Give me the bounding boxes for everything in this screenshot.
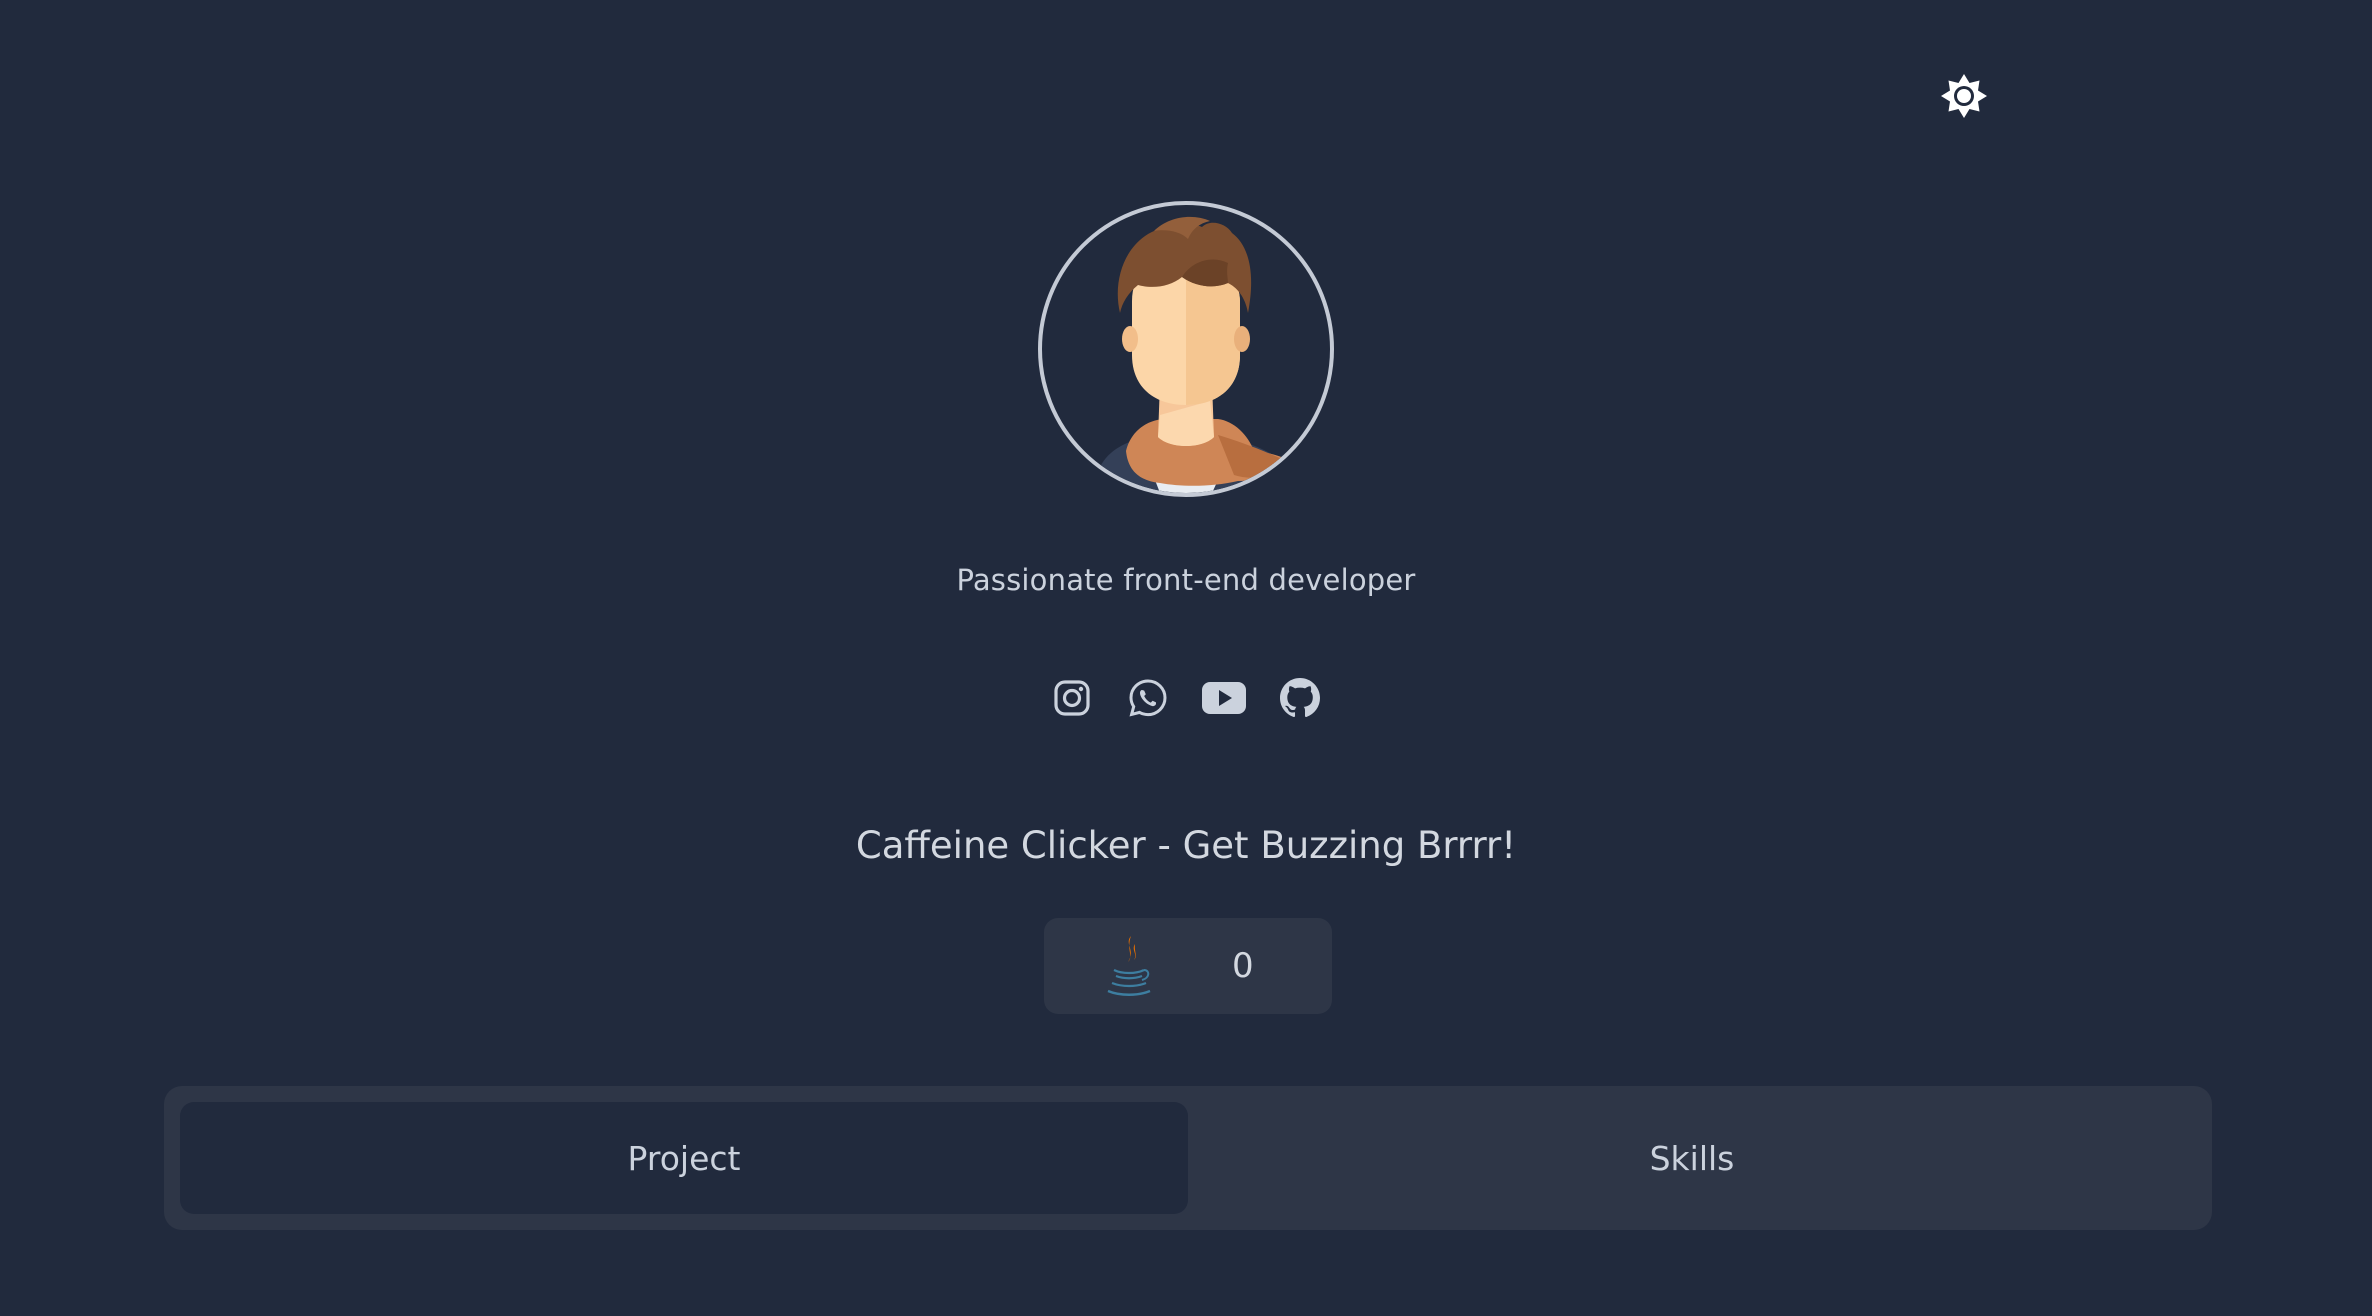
avatar-illustration	[1100, 216, 1290, 493]
youtube-link[interactable]	[1186, 672, 1262, 724]
section-tabs: Project Skills	[164, 1086, 2212, 1230]
sun-icon	[1941, 74, 1987, 118]
social-links	[0, 672, 2372, 724]
tagline: Passionate front-end developer	[956, 563, 1416, 597]
avatar	[1038, 201, 1334, 497]
whatsapp-icon	[1129, 679, 1167, 717]
theme-toggle-button[interactable]	[1938, 72, 1990, 124]
instagram-link[interactable]	[1034, 672, 1110, 724]
instagram-icon	[1054, 680, 1090, 716]
game-title: Caffeine Clicker - Get Buzzing Brrrr!	[855, 824, 1517, 867]
tab-project[interactable]: Project	[180, 1102, 1188, 1214]
github-icon	[1280, 678, 1320, 718]
click-count: 0	[1232, 946, 1254, 986]
youtube-icon	[1202, 682, 1246, 714]
portfolio-page: Passionate front-end developer Caffeine …	[0, 0, 2372, 1316]
whatsapp-link[interactable]	[1110, 672, 1186, 724]
caffeine-click-button[interactable]: 0	[1044, 918, 1332, 1014]
github-link[interactable]	[1262, 672, 1338, 724]
coffee-cup-icon	[1107, 936, 1151, 996]
tab-skills[interactable]: Skills	[1188, 1102, 2196, 1214]
